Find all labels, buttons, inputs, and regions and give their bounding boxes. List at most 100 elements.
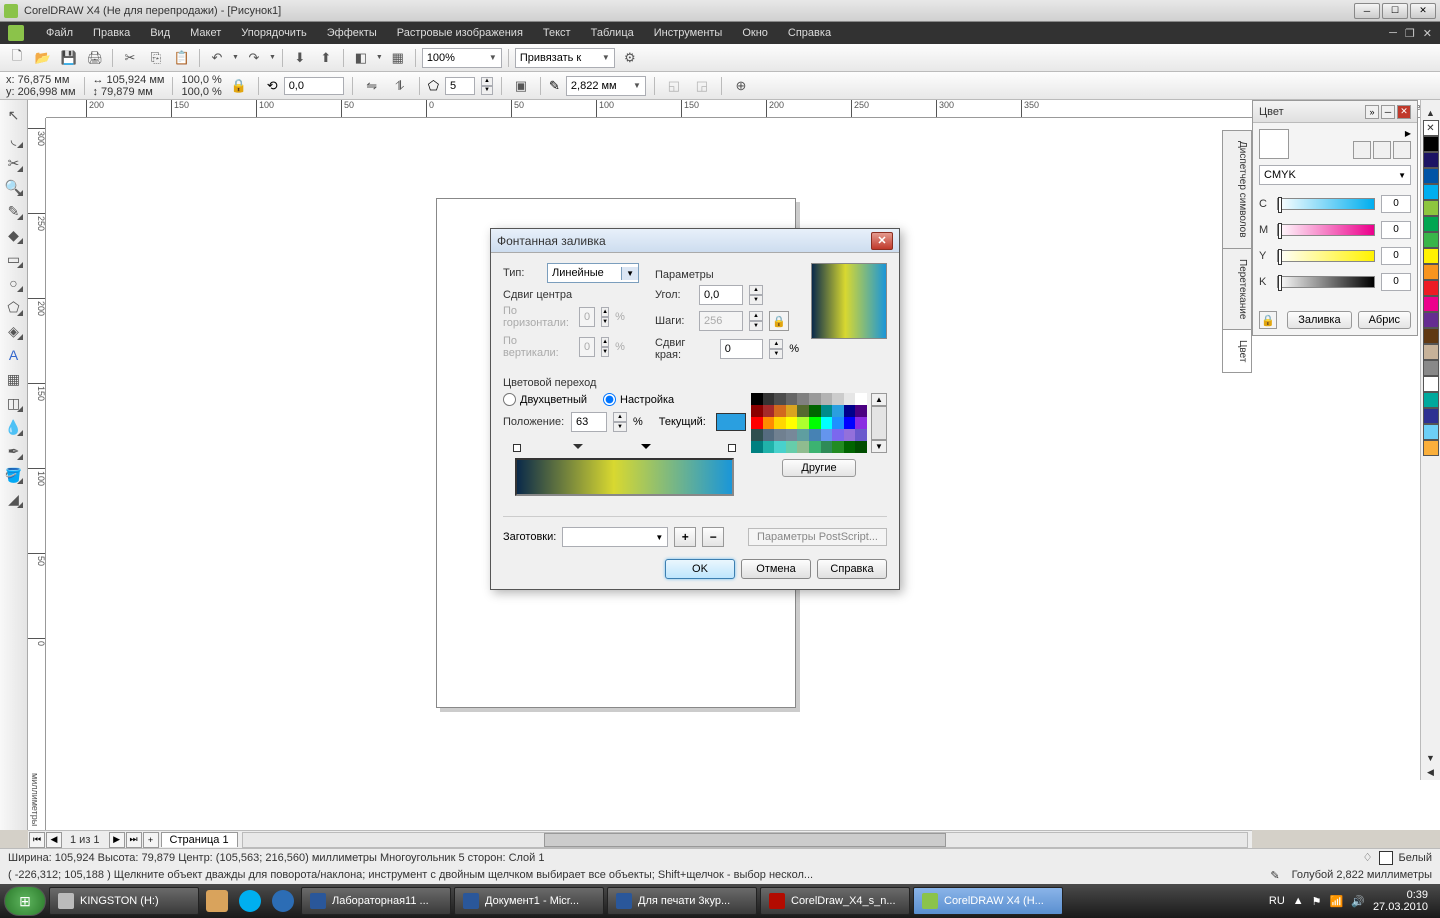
picker-cell[interactable]: [832, 429, 844, 441]
height-value[interactable]: 79,879 мм: [101, 86, 153, 98]
next-page-button[interactable]: ▶: [109, 832, 125, 848]
magenta-slider[interactable]: [1277, 224, 1375, 236]
task-print[interactable]: Для печати 3кур...: [607, 887, 757, 915]
picker-scrollbar[interactable]: ▲▼: [871, 393, 887, 453]
palette-swatch[interactable]: [1423, 328, 1439, 344]
picker-cell[interactable]: [786, 417, 798, 429]
horizontal-scrollbar[interactable]: [242, 832, 1248, 848]
open-icon[interactable]: 📂: [32, 47, 54, 69]
palette-swatch[interactable]: [1423, 360, 1439, 376]
convert-icon[interactable]: ⊕: [730, 75, 752, 97]
docker-menu-icon[interactable]: ▶: [1353, 129, 1411, 138]
picker-cell[interactable]: [832, 441, 844, 453]
palette-swatch[interactable]: [1423, 424, 1439, 440]
quicklaunch-1[interactable]: [202, 887, 232, 915]
palette-swatch[interactable]: [1423, 184, 1439, 200]
page-tab[interactable]: Страница 1: [161, 832, 238, 847]
menu-effects[interactable]: Эффекты: [317, 23, 387, 43]
docker-lock-icon[interactable]: 🔒: [1259, 311, 1277, 329]
picker-cell[interactable]: [774, 393, 786, 405]
two-color-radio[interactable]: Двухцветный: [503, 393, 587, 406]
palette-swatch[interactable]: [1423, 136, 1439, 152]
picker-cell[interactable]: [751, 417, 763, 429]
cyan-slider[interactable]: [1277, 198, 1375, 210]
interactivefill-tool-icon[interactable]: ◢: [3, 488, 25, 510]
palette-swatch[interactable]: [1423, 392, 1439, 408]
close-button[interactable]: ✕: [1410, 3, 1436, 19]
mdi-minimize[interactable]: ─: [1389, 27, 1397, 40]
no-color-swatch[interactable]: [1423, 120, 1439, 136]
color-model-combo[interactable]: CMYK▼: [1259, 165, 1411, 185]
steps-lock-icon[interactable]: 🔒: [769, 311, 789, 331]
docker-tab-palettes[interactable]: [1393, 141, 1411, 159]
picker-cell[interactable]: [855, 393, 867, 405]
task-doc1[interactable]: Документ1 - Micr...: [454, 887, 604, 915]
angle-input[interactable]: 0,0: [699, 285, 743, 305]
picker-cell[interactable]: [809, 393, 821, 405]
mirror-v-icon[interactable]: ⥮: [389, 75, 411, 97]
paste-icon[interactable]: 📋: [171, 47, 193, 69]
palette-expand-icon[interactable]: ◀: [1425, 765, 1436, 780]
picker-cell[interactable]: [809, 429, 821, 441]
scalex-value[interactable]: 100,0: [181, 74, 209, 86]
zoom-tool-icon[interactable]: 🔍: [3, 176, 25, 198]
edge-input[interactable]: 0: [720, 339, 764, 359]
outline-button[interactable]: Абрис: [1358, 311, 1411, 329]
tray-network-icon[interactable]: 📶: [1330, 895, 1344, 908]
system-tray[interactable]: RU ▲ ⚑ 📶 🔊 0:3927.03.2010: [1269, 889, 1436, 913]
picker-cell[interactable]: [821, 429, 833, 441]
shape-tool-icon[interactable]: ◟: [3, 128, 25, 150]
prev-page-button[interactable]: ◀: [46, 832, 62, 848]
picker-cell[interactable]: [786, 429, 798, 441]
palette-swatch[interactable]: [1423, 248, 1439, 264]
palette-swatch[interactable]: [1423, 168, 1439, 184]
picker-cell[interactable]: [763, 417, 775, 429]
wrap-icon[interactable]: ▣: [510, 75, 532, 97]
fill-button[interactable]: Заливка: [1287, 311, 1351, 329]
tray-volume-icon[interactable]: 🔊: [1351, 895, 1365, 908]
grad-marker-1[interactable]: [573, 444, 583, 454]
ellipse-tool-icon[interactable]: ○: [3, 272, 25, 294]
preset-add-button[interactable]: +: [674, 527, 696, 547]
grad-endpoint-right[interactable]: [728, 444, 736, 452]
interactive-tool-icon[interactable]: ◫: [3, 392, 25, 414]
other-colors-button[interactable]: Другие: [782, 459, 855, 477]
table-tool-icon[interactable]: ▦: [3, 368, 25, 390]
menu-arrange[interactable]: Упорядочить: [231, 23, 316, 43]
picker-cell[interactable]: [774, 429, 786, 441]
menu-file[interactable]: Файл: [36, 23, 83, 43]
scaley-value[interactable]: 100,0: [181, 86, 209, 98]
toback-icon[interactable]: ◲: [691, 75, 713, 97]
docker-min-button[interactable]: ─: [1381, 105, 1395, 119]
horizontal-ruler[interactable]: 200150100 50050 100150200 250300350 милл…: [46, 100, 1440, 118]
cyan-value[interactable]: 0: [1381, 195, 1411, 213]
clock-time[interactable]: 0:39: [1373, 889, 1428, 901]
last-page-button[interactable]: ⏭: [126, 832, 142, 848]
yellow-value[interactable]: 0: [1381, 247, 1411, 265]
picker-cell[interactable]: [763, 441, 775, 453]
black-slider[interactable]: [1277, 276, 1375, 288]
outline-indicator-icon[interactable]: ✎: [1270, 869, 1279, 882]
palette-up-icon[interactable]: ▲: [1424, 106, 1437, 120]
task-coreldraw[interactable]: CorelDRAW X4 (Н...: [913, 887, 1063, 915]
vtab-blend[interactable]: Перетекание: [1222, 248, 1252, 330]
quicklaunch-ie[interactable]: [268, 887, 298, 915]
palette-swatch[interactable]: [1423, 408, 1439, 424]
angle-input[interactable]: 0,0: [284, 77, 344, 95]
task-pdf[interactable]: CorelDraw_X4_s_n...: [760, 887, 910, 915]
picker-cell[interactable]: [855, 441, 867, 453]
palette-swatch[interactable]: [1423, 152, 1439, 168]
menu-tools[interactable]: Инструменты: [644, 23, 733, 43]
type-combo[interactable]: Линейные▼: [547, 263, 639, 283]
menu-view[interactable]: Вид: [140, 23, 180, 43]
picker-cell[interactable]: [832, 417, 844, 429]
tofront-icon[interactable]: ◱: [663, 75, 685, 97]
cut-icon[interactable]: ✂: [119, 47, 141, 69]
vtab-color[interactable]: Цвет: [1222, 329, 1252, 373]
task-lab11[interactable]: Лабораторная11 ...: [301, 887, 451, 915]
save-icon[interactable]: 💾: [58, 47, 80, 69]
picker-cell[interactable]: [763, 405, 775, 417]
docker-tab-sliders[interactable]: [1353, 141, 1371, 159]
palette-swatch[interactable]: [1423, 264, 1439, 280]
add-page-button[interactable]: +: [143, 832, 159, 848]
